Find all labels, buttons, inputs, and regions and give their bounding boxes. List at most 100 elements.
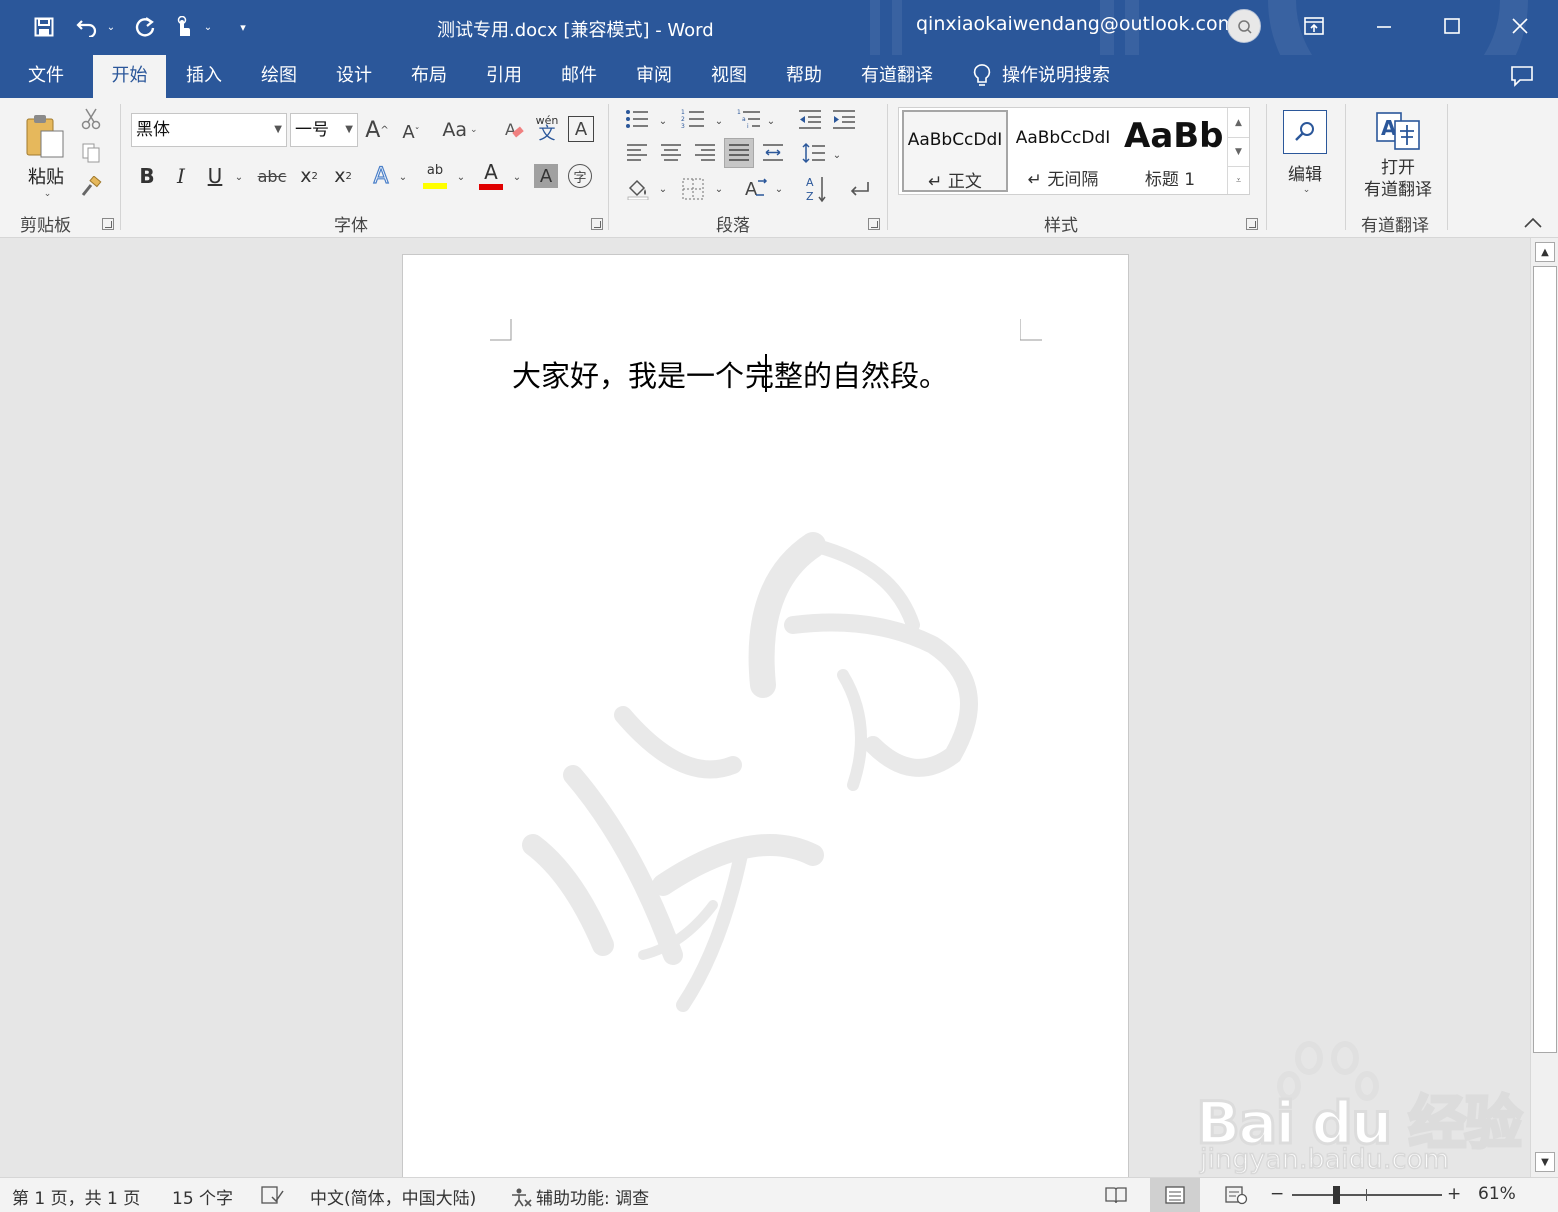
shading-dropdown-icon[interactable]: ⌄ [656, 180, 670, 198]
editing-button[interactable]: 编辑 ⌄ [1276, 104, 1334, 200]
multilevel-dropdown-icon[interactable]: ⌄ [764, 112, 778, 130]
change-case-button[interactable]: Aa ⌄ [438, 116, 482, 144]
zoom-in-button[interactable]: + [1447, 1184, 1461, 1204]
scrollbar-thumb[interactable] [1533, 266, 1557, 1053]
show-formatting-marks-icon[interactable] [844, 176, 872, 202]
tab-view[interactable]: 视图 [697, 55, 761, 98]
style-heading-1[interactable]: AaBb 标题 1 [1118, 110, 1222, 192]
gallery-scroll-up-icon[interactable]: ▲ [1227, 108, 1249, 137]
style-no-spacing[interactable]: AaBbCcDdI ↵ 无间隔 [1010, 110, 1116, 192]
highlight-dropdown-icon[interactable]: ⌄ [454, 168, 468, 186]
tab-mailings[interactable]: 邮件 [547, 55, 611, 98]
chinese-layout-icon[interactable]: A [742, 174, 772, 202]
shading-icon[interactable] [624, 174, 652, 202]
bold-icon[interactable]: B [134, 162, 160, 190]
copy-icon[interactable] [78, 140, 104, 166]
zoom-out-button[interactable]: − [1270, 1184, 1284, 1204]
undo-icon[interactable] [74, 10, 100, 44]
bullets-dropdown-icon[interactable]: ⌄ [656, 112, 670, 130]
character-border-icon[interactable]: A [568, 116, 594, 142]
close-icon[interactable] [1498, 8, 1542, 44]
subscript-icon[interactable]: x2 [296, 162, 322, 190]
chinese-layout-dropdown-icon[interactable]: ⌄ [772, 180, 786, 198]
page-count[interactable]: 第 1 页，共 1 页 [12, 1184, 140, 1209]
touch-mode-icon[interactable] [170, 10, 196, 44]
zoom-level[interactable]: 61% [1478, 1184, 1516, 1204]
scroll-down-icon[interactable]: ▼ [1535, 1152, 1555, 1172]
redo-icon[interactable] [132, 10, 158, 44]
ribbon-display-options-icon[interactable] [1292, 8, 1336, 44]
font-name-combo[interactable]: 黑体 ▼ [131, 113, 287, 147]
zoom-slider[interactable] [1292, 1194, 1442, 1196]
shrink-font-icon[interactable]: Aˇ [398, 118, 424, 146]
account-name[interactable]: qinxiaokaiwendang@outlook.com [916, 13, 1236, 35]
line-spacing-icon[interactable] [800, 140, 828, 166]
zoom-slider-thumb[interactable] [1333, 1186, 1340, 1204]
italic-icon[interactable]: I [168, 162, 194, 190]
borders-icon[interactable] [680, 176, 706, 202]
superscript-icon[interactable]: x2 [330, 162, 356, 190]
print-layout-icon[interactable] [1150, 1178, 1200, 1212]
vertical-scrollbar[interactable]: ▲ ▼ [1530, 238, 1558, 1177]
comments-icon[interactable] [1510, 65, 1534, 91]
font-color-icon[interactable]: A [477, 160, 505, 192]
enclose-characters-icon[interactable]: 字 [568, 164, 592, 188]
clipboard-dialog-launcher-icon[interactable] [102, 218, 114, 230]
customize-qat-icon[interactable]: ▾ [234, 10, 252, 44]
read-mode-icon[interactable] [1104, 1185, 1128, 1210]
align-left-icon[interactable] [624, 140, 650, 166]
text-effects-dropdown-icon[interactable]: ⌄ [396, 168, 410, 186]
highlight-color-icon[interactable]: ab [420, 160, 450, 192]
maximize-icon[interactable] [1430, 8, 1474, 44]
gallery-scroll-down-icon[interactable]: ▼ [1227, 137, 1249, 166]
borders-dropdown-icon[interactable]: ⌄ [712, 180, 726, 198]
increase-indent-icon[interactable] [830, 106, 858, 132]
numbering-dropdown-icon[interactable]: ⌄ [712, 112, 726, 130]
tab-design[interactable]: 设计 [322, 55, 386, 98]
tab-review[interactable]: 审阅 [622, 55, 686, 98]
tab-file[interactable]: 文件 [14, 55, 78, 98]
touch-dropdown-icon[interactable]: ⌄ [200, 10, 216, 44]
web-layout-icon[interactable] [1224, 1185, 1248, 1210]
tab-draw[interactable]: 绘图 [247, 55, 311, 98]
save-icon[interactable] [30, 10, 58, 44]
align-center-icon[interactable] [658, 140, 684, 166]
format-painter-icon[interactable] [78, 174, 104, 200]
justify-icon[interactable] [724, 138, 754, 168]
open-youdao-button[interactable]: A 打开 有道翻译 [1356, 106, 1440, 206]
tab-youdao[interactable]: 有道翻译 [852, 55, 942, 98]
language[interactable]: 中文(简体，中国大陆) [310, 1184, 476, 1209]
font-color-dropdown-icon[interactable]: ⌄ [510, 168, 524, 186]
proofing-icon[interactable] [260, 1185, 284, 1210]
tab-references[interactable]: 引用 [472, 55, 536, 98]
bullets-icon[interactable] [624, 106, 650, 132]
scroll-up-icon[interactable]: ▲ [1535, 242, 1555, 262]
word-count[interactable]: 15 个字 [172, 1184, 233, 1209]
tell-me-search[interactable]: 操作说明搜索 [972, 55, 1132, 98]
document-page[interactable]: 大家好，我是一个完整的自然段。 [402, 254, 1129, 1177]
tab-help[interactable]: 帮助 [772, 55, 836, 98]
text-effects-icon[interactable]: A [368, 162, 394, 190]
align-right-icon[interactable] [692, 140, 718, 166]
document-paragraph[interactable]: 大家好，我是一个完整的自然段。 [512, 353, 948, 395]
tab-home[interactable]: 开始 [93, 55, 166, 98]
font-dialog-launcher-icon[interactable] [591, 218, 603, 230]
collapse-ribbon-icon[interactable] [1520, 212, 1546, 234]
strikethrough-icon[interactable]: abc [256, 162, 288, 190]
decrease-indent-icon[interactable] [796, 106, 824, 132]
tab-layout[interactable]: 布局 [397, 55, 461, 98]
grow-font-icon[interactable]: A ^ [364, 116, 390, 144]
underline-dropdown-icon[interactable]: ⌄ [232, 168, 246, 186]
cut-icon[interactable] [78, 106, 104, 132]
accessibility-status[interactable]: 辅助功能: 调查 [510, 1184, 649, 1209]
gallery-more-icon[interactable]: ⩡ [1227, 166, 1249, 194]
sort-icon[interactable]: AZ [804, 174, 830, 204]
styles-dialog-launcher-icon[interactable] [1246, 218, 1258, 230]
numbering-icon[interactable]: 123 [680, 106, 706, 132]
multilevel-list-icon[interactable]: 1ai [736, 106, 762, 132]
avatar[interactable] [1227, 9, 1261, 43]
paste-button[interactable]: 粘贴 ⌄ [18, 106, 74, 206]
character-shading-icon[interactable]: A [534, 164, 558, 188]
phonetic-guide-button[interactable]: wén 文 [534, 112, 560, 146]
document-area[interactable]: 大家好，我是一个完整的自然段。 Bai du 经验 jingyan.baidu.… [0, 238, 1530, 1177]
